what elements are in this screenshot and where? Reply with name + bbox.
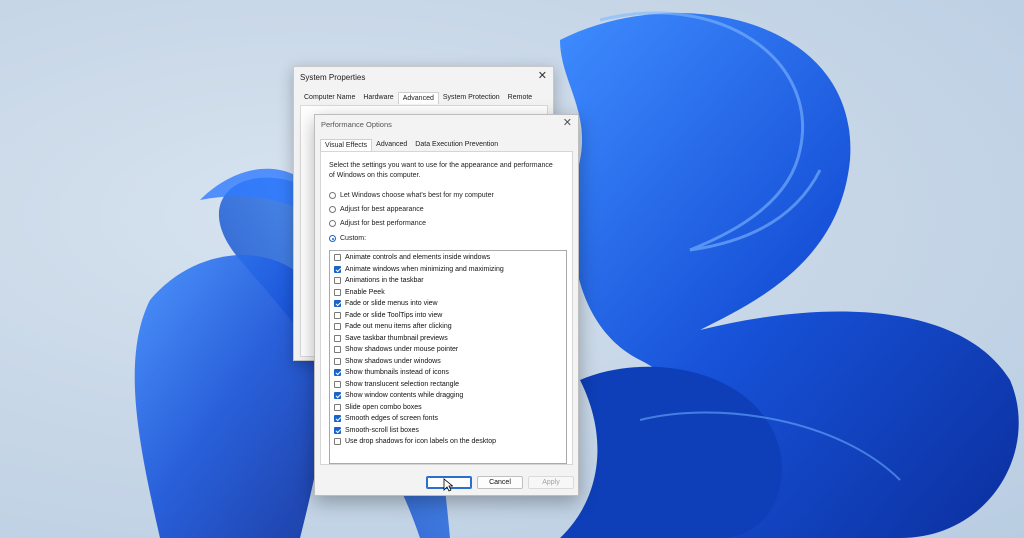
effect-label: Animate controls and elements inside win… — [345, 254, 491, 261]
checkbox-icon[interactable] — [334, 415, 341, 422]
radio-let-windows-choose[interactable]: Let Windows choose what's best for my co… — [329, 192, 494, 199]
effect-item[interactable]: Show translucent selection rectangle — [334, 380, 460, 388]
radio-label: Adjust for best appearance — [340, 206, 424, 213]
effect-label: Animations in the taskbar — [345, 277, 424, 284]
tab-advanced[interactable]: Advanced — [372, 139, 411, 151]
checkbox-icon[interactable] — [334, 392, 341, 399]
effect-item[interactable]: Enable Peek — [334, 288, 385, 296]
effect-label: Save taskbar thumbnail previews — [345, 334, 448, 342]
cancel-button[interactable]: Cancel — [477, 476, 523, 489]
apply-button[interactable]: Apply — [528, 476, 574, 489]
effect-label: Fade or slide ToolTips into view — [345, 311, 443, 319]
window-title: System Properties — [300, 73, 366, 82]
radio-best-appearance[interactable]: Adjust for best appearance — [329, 206, 424, 213]
radio-label: Let Windows choose what's best for my co… — [340, 192, 494, 199]
effect-label: Use drop shadows for icon labels on the … — [345, 438, 496, 445]
radio-label: Adjust for best performance — [340, 220, 426, 227]
tab-computer-name[interactable]: Computer Name — [300, 92, 359, 104]
tab-remote[interactable]: Remote — [504, 92, 537, 104]
effect-label: Show window contents while dragging — [345, 392, 464, 399]
radio-icon[interactable] — [329, 206, 336, 213]
mouse-cursor-icon — [443, 478, 453, 492]
checkbox-icon[interactable] — [334, 380, 341, 388]
effect-item[interactable]: Animate windows when minimizing and maxi… — [334, 265, 504, 273]
tab-hardware[interactable]: Hardware — [359, 92, 397, 104]
visual-effects-pane: Select the settings you want to use for … — [320, 151, 573, 465]
checkbox-icon[interactable] — [334, 426, 341, 434]
tab-system-protection[interactable]: System Protection — [439, 92, 504, 104]
effect-label: Enable Peek — [345, 288, 385, 296]
effect-item[interactable]: Smooth-scroll list boxes — [334, 426, 419, 434]
effect-item[interactable]: Show shadows under windows — [334, 357, 441, 365]
description-text: Select the settings you want to use for … — [329, 162, 553, 179]
effect-label: Show translucent selection rectangle — [345, 380, 460, 388]
effect-item[interactable]: Fade or slide ToolTips into view — [334, 311, 443, 319]
radio-icon[interactable] — [329, 235, 336, 242]
checkbox-icon[interactable] — [334, 438, 341, 445]
effect-label: Slide open combo boxes — [345, 403, 422, 411]
effect-label: Show thumbnails instead of icons — [345, 369, 449, 376]
tab-data-execution-prevention[interactable]: Data Execution Prevention — [411, 139, 502, 151]
effect-label: Animate windows when minimizing and maxi… — [345, 265, 504, 273]
effect-item[interactable]: Fade out menu items after clicking — [334, 323, 452, 330]
checkbox-icon[interactable] — [334, 334, 341, 342]
effect-item[interactable]: Animations in the taskbar — [334, 277, 424, 284]
tab-advanced[interactable]: Advanced — [397, 92, 439, 104]
effect-label: Smooth edges of screen fonts — [345, 415, 438, 422]
checkbox-icon[interactable] — [334, 265, 341, 273]
checkbox-icon[interactable] — [334, 288, 341, 296]
radio-icon[interactable] — [329, 220, 336, 227]
checkbox-icon[interactable] — [334, 357, 341, 365]
tab-strip: Visual Effects Advanced Data Execution P… — [320, 139, 502, 151]
performance-options-dialog: Performance Options ✕ Visual Effects Adv… — [314, 114, 579, 496]
effect-label: Smooth-scroll list boxes — [345, 426, 419, 434]
checkbox-icon[interactable] — [334, 300, 341, 307]
effect-label: Show shadows under windows — [345, 357, 441, 365]
checkbox-icon[interactable] — [334, 369, 341, 376]
effect-item[interactable]: Show shadows under mouse pointer — [334, 346, 458, 353]
effect-label: Show shadows under mouse pointer — [345, 346, 459, 353]
effect-label: Fade out menu items after clicking — [345, 323, 452, 330]
checkbox-icon[interactable] — [334, 311, 341, 319]
close-icon[interactable]: ✕ — [538, 69, 547, 82]
tab-visual-effects[interactable]: Visual Effects — [320, 139, 373, 151]
effect-item[interactable]: Use drop shadows for icon labels on the … — [334, 438, 496, 445]
checkbox-icon[interactable] — [334, 323, 341, 330]
checkbox-icon[interactable] — [334, 346, 341, 353]
radio-best-performance[interactable]: Adjust for best performance — [329, 220, 426, 227]
effects-listbox[interactable]: Animate controls and elements inside win… — [329, 250, 567, 464]
effect-item[interactable]: Animate controls and elements inside win… — [334, 254, 490, 261]
radio-icon[interactable] — [329, 192, 336, 199]
radio-custom[interactable]: Custom: — [329, 235, 366, 242]
checkbox-icon[interactable] — [334, 403, 341, 411]
tab-strip: Computer Name Hardware Advanced System P… — [300, 92, 536, 104]
dialog-title: Performance Options — [321, 120, 392, 129]
checkbox-icon[interactable] — [334, 254, 341, 261]
effect-item[interactable]: Save taskbar thumbnail previews — [334, 334, 448, 342]
radio-label: Custom: — [340, 235, 367, 242]
effect-item[interactable]: Smooth edges of screen fonts — [334, 415, 438, 422]
effect-item[interactable]: Show window contents while dragging — [334, 392, 463, 399]
close-icon[interactable]: ✕ — [563, 116, 572, 129]
effect-item[interactable]: Show thumbnails instead of icons — [334, 369, 449, 376]
checkbox-icon[interactable] — [334, 277, 341, 284]
effect-item[interactable]: Slide open combo boxes — [334, 403, 422, 411]
effect-item[interactable]: Fade or slide menus into view — [334, 300, 438, 307]
effect-label: Fade or slide menus into view — [345, 300, 438, 307]
